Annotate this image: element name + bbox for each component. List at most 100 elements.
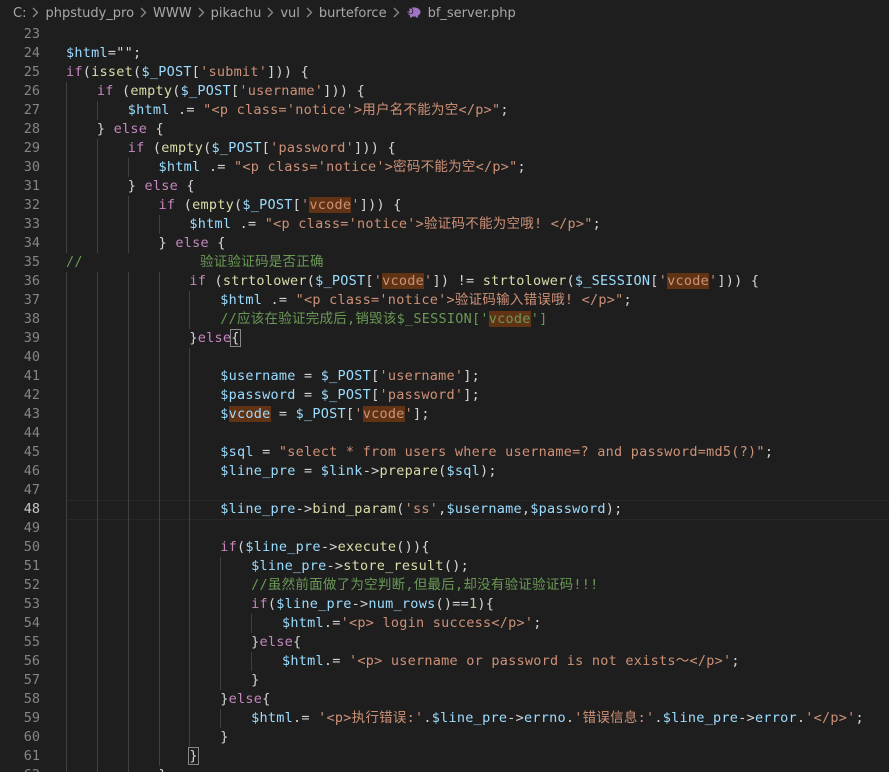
code-line[interactable]: 24 $html=""; bbox=[0, 44, 889, 63]
code-line[interactable]: 39}else{ bbox=[0, 329, 889, 348]
code-line[interactable]: 32 if (empty($_POST['vcode'])) { bbox=[0, 196, 889, 215]
indent-guide bbox=[158, 728, 160, 747]
code-line[interactable]: 56 $html.= '<p> username or password is n… bbox=[0, 652, 889, 671]
indent-guide bbox=[189, 690, 191, 709]
indent-guide bbox=[66, 139, 67, 158]
indent-guide bbox=[96, 709, 98, 728]
indent-guide bbox=[66, 272, 67, 291]
chevron-right-icon bbox=[393, 7, 400, 21]
code-token: = bbox=[295, 387, 321, 403]
indent-guide bbox=[189, 519, 191, 538]
indent-guide bbox=[189, 348, 191, 367]
code-token: "<p class='notice'>验证码不能为空哦! </p>" bbox=[264, 216, 593, 232]
code-line[interactable]: 42 $password = $_POST['password']; bbox=[0, 386, 889, 405]
indent-guide bbox=[189, 709, 191, 728]
code-line[interactable]: 52 //虽然前面做了为空判断,但最后,却没有验证验证码!!! bbox=[0, 576, 889, 595]
code-line[interactable]: 43 $vcode = $_POST['vcode']; bbox=[0, 405, 889, 424]
breadcrumb-item[interactable]: burteforce bbox=[319, 6, 387, 21]
indent-guide bbox=[66, 177, 67, 196]
code-token: ]; bbox=[463, 387, 481, 403]
code-line[interactable]: 26 if (empty($_POST['username'])) { bbox=[0, 82, 889, 101]
line-number: 25 bbox=[23, 64, 40, 80]
code-line[interactable]: 34} else { bbox=[0, 234, 889, 253]
breadcrumb-item[interactable]: C: bbox=[13, 6, 26, 21]
code-line[interactable]: 28} else { bbox=[0, 120, 889, 139]
indent-guide bbox=[158, 671, 160, 690]
code-line[interactable]: 62} bbox=[0, 766, 889, 772]
line-number: 52 bbox=[23, 577, 40, 593]
breadcrumb-item[interactable]: pikachu bbox=[211, 6, 262, 21]
code-line[interactable]: 41 $username = $_POST['username']; bbox=[0, 367, 889, 386]
breadcrumb-file[interactable]: bf_server.php bbox=[428, 6, 516, 21]
code-line[interactable]: 23 bbox=[0, 27, 889, 44]
code-line[interactable]: 40 bbox=[0, 348, 889, 367]
code-line[interactable]: 31} else { bbox=[0, 177, 889, 196]
indent-guide bbox=[96, 348, 98, 367]
line-number: 35 bbox=[23, 254, 40, 270]
code-token: .= bbox=[262, 292, 296, 308]
code-line[interactable]: 58}else{ bbox=[0, 690, 889, 709]
breadcrumb-item[interactable]: vul bbox=[280, 6, 300, 21]
code-line[interactable]: 59 $html.= '<p>执行错误:'.$line_pre->errno.'错… bbox=[0, 709, 889, 728]
code-token: else bbox=[228, 691, 263, 707]
indent-guide bbox=[220, 633, 222, 652]
code-line[interactable]: 25 if(isset($_POST['submit'])) { bbox=[0, 63, 889, 82]
breadcrumb-item[interactable]: WWW bbox=[153, 6, 192, 21]
indent-guide bbox=[158, 291, 160, 310]
indent-guide bbox=[96, 424, 98, 443]
code-line[interactable]: 35 // 验证验证码是否正确 bbox=[0, 253, 889, 272]
code-text: } bbox=[159, 766, 167, 772]
line-number: 32 bbox=[23, 197, 40, 213]
code-line[interactable]: 51 $line_pre->store_result(); bbox=[0, 557, 889, 576]
code-token: ' bbox=[354, 406, 363, 422]
code-token: { bbox=[208, 235, 226, 251]
code-token: "<p class='notice'>验证码输入错误哦! </p>" bbox=[295, 292, 624, 308]
breadcrumb-item[interactable]: phpstudy_pro bbox=[45, 6, 134, 21]
indent-guide bbox=[96, 329, 98, 348]
indent-guide bbox=[96, 671, 98, 690]
code-line[interactable]: 37 $html .= "<p class='notice'>验证码输入错误哦! … bbox=[0, 291, 889, 310]
code-line[interactable]: 49 bbox=[0, 519, 889, 538]
indent-guide bbox=[127, 690, 129, 709]
code-token: if bbox=[220, 539, 238, 555]
indent-guide bbox=[189, 310, 191, 329]
code-line[interactable]: 57} bbox=[0, 671, 889, 690]
code-line[interactable]: 55}else{ bbox=[0, 633, 889, 652]
code-line[interactable]: 48 $line_pre->bind_param('ss',$username,$… bbox=[0, 500, 889, 520]
indent-guide bbox=[96, 291, 98, 310]
indent-guide bbox=[66, 557, 67, 576]
code-editor[interactable]: 23 24 $html=""; 25 if(isset($_POST['submit']… bbox=[0, 27, 889, 772]
code-line[interactable]: 45 $sql = "select * from users where user… bbox=[0, 443, 889, 462]
code-token: $html bbox=[281, 615, 324, 631]
code-line[interactable]: 27 $html .= "<p class='notice'>用户名不能为空</p… bbox=[0, 101, 889, 120]
code-line[interactable]: 61} bbox=[0, 747, 889, 766]
code-line[interactable]: 50 if($line_pre->execute()){ bbox=[0, 538, 889, 557]
code-line[interactable]: 30 $html .= "<p class='notice'>密码不能为空</p>… bbox=[0, 158, 889, 177]
code-text: $line_pre->store_result(); bbox=[251, 557, 469, 576]
code-token: = bbox=[295, 368, 321, 384]
code-token: ; bbox=[533, 615, 542, 631]
code-line[interactable]: 33 $html .= "<p class='notice'>验证码不能为空哦! … bbox=[0, 215, 889, 234]
code-line[interactable]: 44 bbox=[0, 424, 889, 443]
code-line[interactable]: 47 bbox=[0, 481, 889, 500]
code-token: $line_pre bbox=[245, 539, 321, 555]
code-line[interactable]: 54 $html.='<p> login success</p>'; bbox=[0, 614, 889, 633]
code-line[interactable]: 60} bbox=[0, 728, 889, 747]
line-number: 46 bbox=[23, 463, 40, 479]
code-text: if (empty($_POST['vcode'])) { bbox=[159, 196, 402, 215]
code-token: ); bbox=[480, 463, 497, 479]
code-token: } bbox=[251, 672, 260, 688]
code-token: } bbox=[220, 691, 229, 707]
code-line[interactable]: 36 if (strtolower($_POST['vcode']) != str… bbox=[0, 272, 889, 291]
indent-guide bbox=[96, 500, 98, 519]
code-line[interactable]: 53 if($line_pre->num_rows()==1){ bbox=[0, 595, 889, 614]
code-text: if (empty($_POST['password'])) { bbox=[128, 139, 396, 158]
code-line[interactable]: 38 //应该在验证完成后,销毁该$_SESSION['vcode'] bbox=[0, 310, 889, 329]
line-number: 38 bbox=[23, 311, 40, 327]
code-line[interactable]: 46 $line_pre = $link->prepare($sql); bbox=[0, 462, 889, 481]
indent-guide bbox=[158, 481, 160, 500]
indent-guide bbox=[127, 462, 129, 481]
line-number: 23 bbox=[23, 27, 40, 42]
code-token: "select * from users where username=? an… bbox=[278, 444, 765, 460]
code-line[interactable]: 29 if (empty($_POST['password'])) { bbox=[0, 139, 889, 158]
